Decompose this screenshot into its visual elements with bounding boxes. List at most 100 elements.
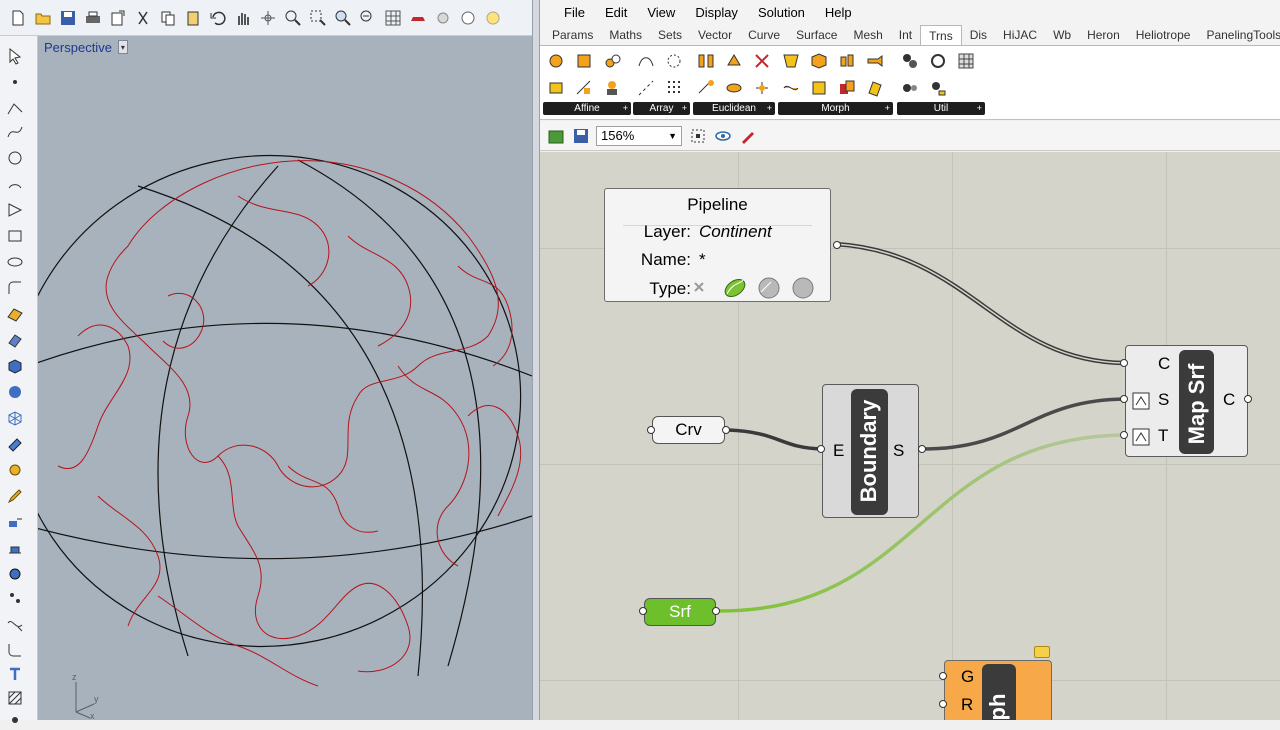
gear-icon[interactable] bbox=[5, 460, 25, 480]
twisted-box-icon[interactable] bbox=[864, 77, 886, 99]
orient-icon[interactable] bbox=[573, 77, 595, 99]
map-srf-input-t[interactable]: T bbox=[1158, 426, 1168, 446]
curve-array-icon[interactable] bbox=[635, 50, 657, 72]
arc-icon[interactable] bbox=[5, 174, 25, 194]
open-folder-icon[interactable] bbox=[33, 8, 52, 27]
split-transform-icon[interactable] bbox=[899, 77, 921, 99]
zoom-extents-gh-icon[interactable] bbox=[688, 126, 707, 145]
point-filter-icon[interactable] bbox=[694, 282, 704, 292]
map-srf-input-s-grip[interactable] bbox=[1120, 395, 1128, 403]
zoom-icon[interactable] bbox=[283, 8, 302, 27]
transform-icon[interactable] bbox=[5, 486, 25, 506]
car-render-icon[interactable] bbox=[408, 8, 427, 27]
window-splitter[interactable] bbox=[532, 0, 540, 720]
menu-solution[interactable]: Solution bbox=[748, 5, 815, 20]
viewport-title-tab[interactable]: Perspective ▾ bbox=[38, 36, 134, 58]
print-icon[interactable] bbox=[83, 8, 102, 27]
project-icon[interactable] bbox=[545, 50, 567, 72]
chevron-down-icon[interactable]: ▾ bbox=[117, 40, 128, 54]
rotate-direction-icon[interactable] bbox=[751, 77, 773, 99]
dot-icon[interactable] bbox=[5, 710, 25, 730]
morph-input-r[interactable]: R bbox=[961, 695, 973, 715]
gh-canvas[interactable]: Pipeline Layer: Continent Name: * Type: Cr… bbox=[540, 152, 1280, 720]
menu-help[interactable]: Help bbox=[815, 5, 862, 20]
analyze-icon[interactable] bbox=[5, 564, 25, 584]
pipeline-name-row[interactable]: Name: * bbox=[621, 250, 706, 270]
pipeline-name-value[interactable]: * bbox=[699, 250, 706, 270]
box-morph-icon[interactable] bbox=[836, 50, 858, 72]
pipeline-layer-row[interactable]: Layer: Continent bbox=[621, 222, 772, 242]
move-icon[interactable] bbox=[5, 512, 25, 532]
tab-mesh[interactable]: Mesh bbox=[845, 25, 890, 45]
morph-component[interactable]: ph G R bbox=[944, 660, 1052, 720]
crv-output-grip[interactable] bbox=[722, 426, 730, 434]
menu-display[interactable]: Display bbox=[685, 5, 748, 20]
rotate-view-icon[interactable] bbox=[258, 8, 277, 27]
boundary-output-s[interactable]: S bbox=[893, 441, 904, 461]
point-icon[interactable] bbox=[5, 72, 25, 92]
dimension-icon[interactable] bbox=[5, 588, 25, 608]
map-srf-input-t-grip[interactable] bbox=[1120, 431, 1128, 439]
preview-eye-icon[interactable] bbox=[713, 126, 732, 145]
transform-matrix-icon[interactable] bbox=[955, 50, 977, 72]
map-srf-input-c[interactable]: C bbox=[1158, 354, 1170, 374]
tab-trns[interactable]: Trns bbox=[920, 25, 962, 45]
hatch-icon[interactable] bbox=[5, 688, 25, 708]
surface-icon[interactable] bbox=[5, 304, 25, 324]
paste-icon[interactable] bbox=[183, 8, 202, 27]
tab-dis[interactable]: Dis bbox=[962, 25, 995, 45]
box-icon[interactable] bbox=[5, 356, 25, 376]
crv-input-grip[interactable] bbox=[647, 426, 655, 434]
move-gh-icon[interactable] bbox=[723, 50, 745, 72]
rectangle-icon[interactable] bbox=[5, 226, 25, 246]
copy-icon[interactable] bbox=[158, 8, 177, 27]
tab-surface[interactable]: Surface bbox=[788, 25, 845, 45]
ellipse-icon[interactable] bbox=[5, 252, 25, 272]
linear-array-icon[interactable] bbox=[635, 77, 657, 99]
orient-direction-icon[interactable] bbox=[695, 77, 717, 99]
menu-edit[interactable]: Edit bbox=[595, 5, 637, 20]
fillet-icon[interactable] bbox=[5, 278, 25, 298]
save-icon[interactable] bbox=[58, 8, 77, 27]
surface-box-icon[interactable] bbox=[836, 77, 858, 99]
curve-filter-icon[interactable] bbox=[722, 276, 748, 300]
transform-icon[interactable] bbox=[927, 77, 949, 99]
align-icon[interactable] bbox=[5, 538, 25, 558]
light-icon[interactable] bbox=[433, 8, 452, 27]
fillet-curve-icon[interactable] bbox=[5, 640, 25, 660]
zoom-level-select[interactable]: 156% ▼ bbox=[596, 125, 682, 146]
map-srf-component[interactable]: Map Srf C S T C bbox=[1125, 345, 1248, 457]
mesh-filter-icon[interactable] bbox=[792, 277, 814, 299]
open-file-icon[interactable] bbox=[546, 126, 565, 145]
boundary-output-grip[interactable] bbox=[918, 445, 926, 453]
menu-view[interactable]: View bbox=[637, 5, 685, 20]
inverse-icon[interactable] bbox=[927, 50, 949, 72]
polar-array-icon[interactable] bbox=[663, 50, 685, 72]
tab-int[interactable]: Int bbox=[891, 25, 920, 45]
zoom-selected-icon[interactable] bbox=[358, 8, 377, 27]
curve-tools-icon[interactable] bbox=[5, 614, 25, 634]
tab-sets[interactable]: Sets bbox=[650, 25, 690, 45]
tab-hijac[interactable]: HiJAC bbox=[995, 25, 1045, 45]
zoom-window-icon[interactable] bbox=[308, 8, 327, 27]
pipeline-component[interactable]: Pipeline Layer: Continent Name: * Type: bbox=[604, 188, 841, 302]
curve-icon[interactable] bbox=[5, 122, 25, 142]
mirror-curve-icon[interactable] bbox=[780, 77, 802, 99]
reparameterize-icon[interactable] bbox=[1132, 392, 1150, 410]
extrude-icon[interactable] bbox=[5, 330, 25, 350]
tab-heron[interactable]: Heron bbox=[1079, 25, 1128, 45]
text-icon[interactable] bbox=[5, 664, 25, 684]
pan-hand-icon[interactable] bbox=[233, 8, 252, 27]
boolean-icon[interactable] bbox=[5, 434, 25, 454]
zoom-extents-icon[interactable] bbox=[333, 8, 352, 27]
tab-panelingtools[interactable]: PanelingTools bbox=[1198, 25, 1280, 45]
export-icon[interactable] bbox=[108, 8, 127, 27]
tab-heliotrope[interactable]: Heliotrope bbox=[1128, 25, 1199, 45]
boundary-input-e[interactable]: E bbox=[833, 441, 844, 461]
map-srf-output-grip[interactable] bbox=[1244, 395, 1252, 403]
tab-vector[interactable]: Vector bbox=[690, 25, 740, 45]
map-srf-input-c-grip[interactable] bbox=[1120, 359, 1128, 367]
scale-icon[interactable] bbox=[573, 50, 595, 72]
mesh-icon[interactable] bbox=[5, 408, 25, 428]
camera-obscura-icon[interactable] bbox=[864, 50, 886, 72]
